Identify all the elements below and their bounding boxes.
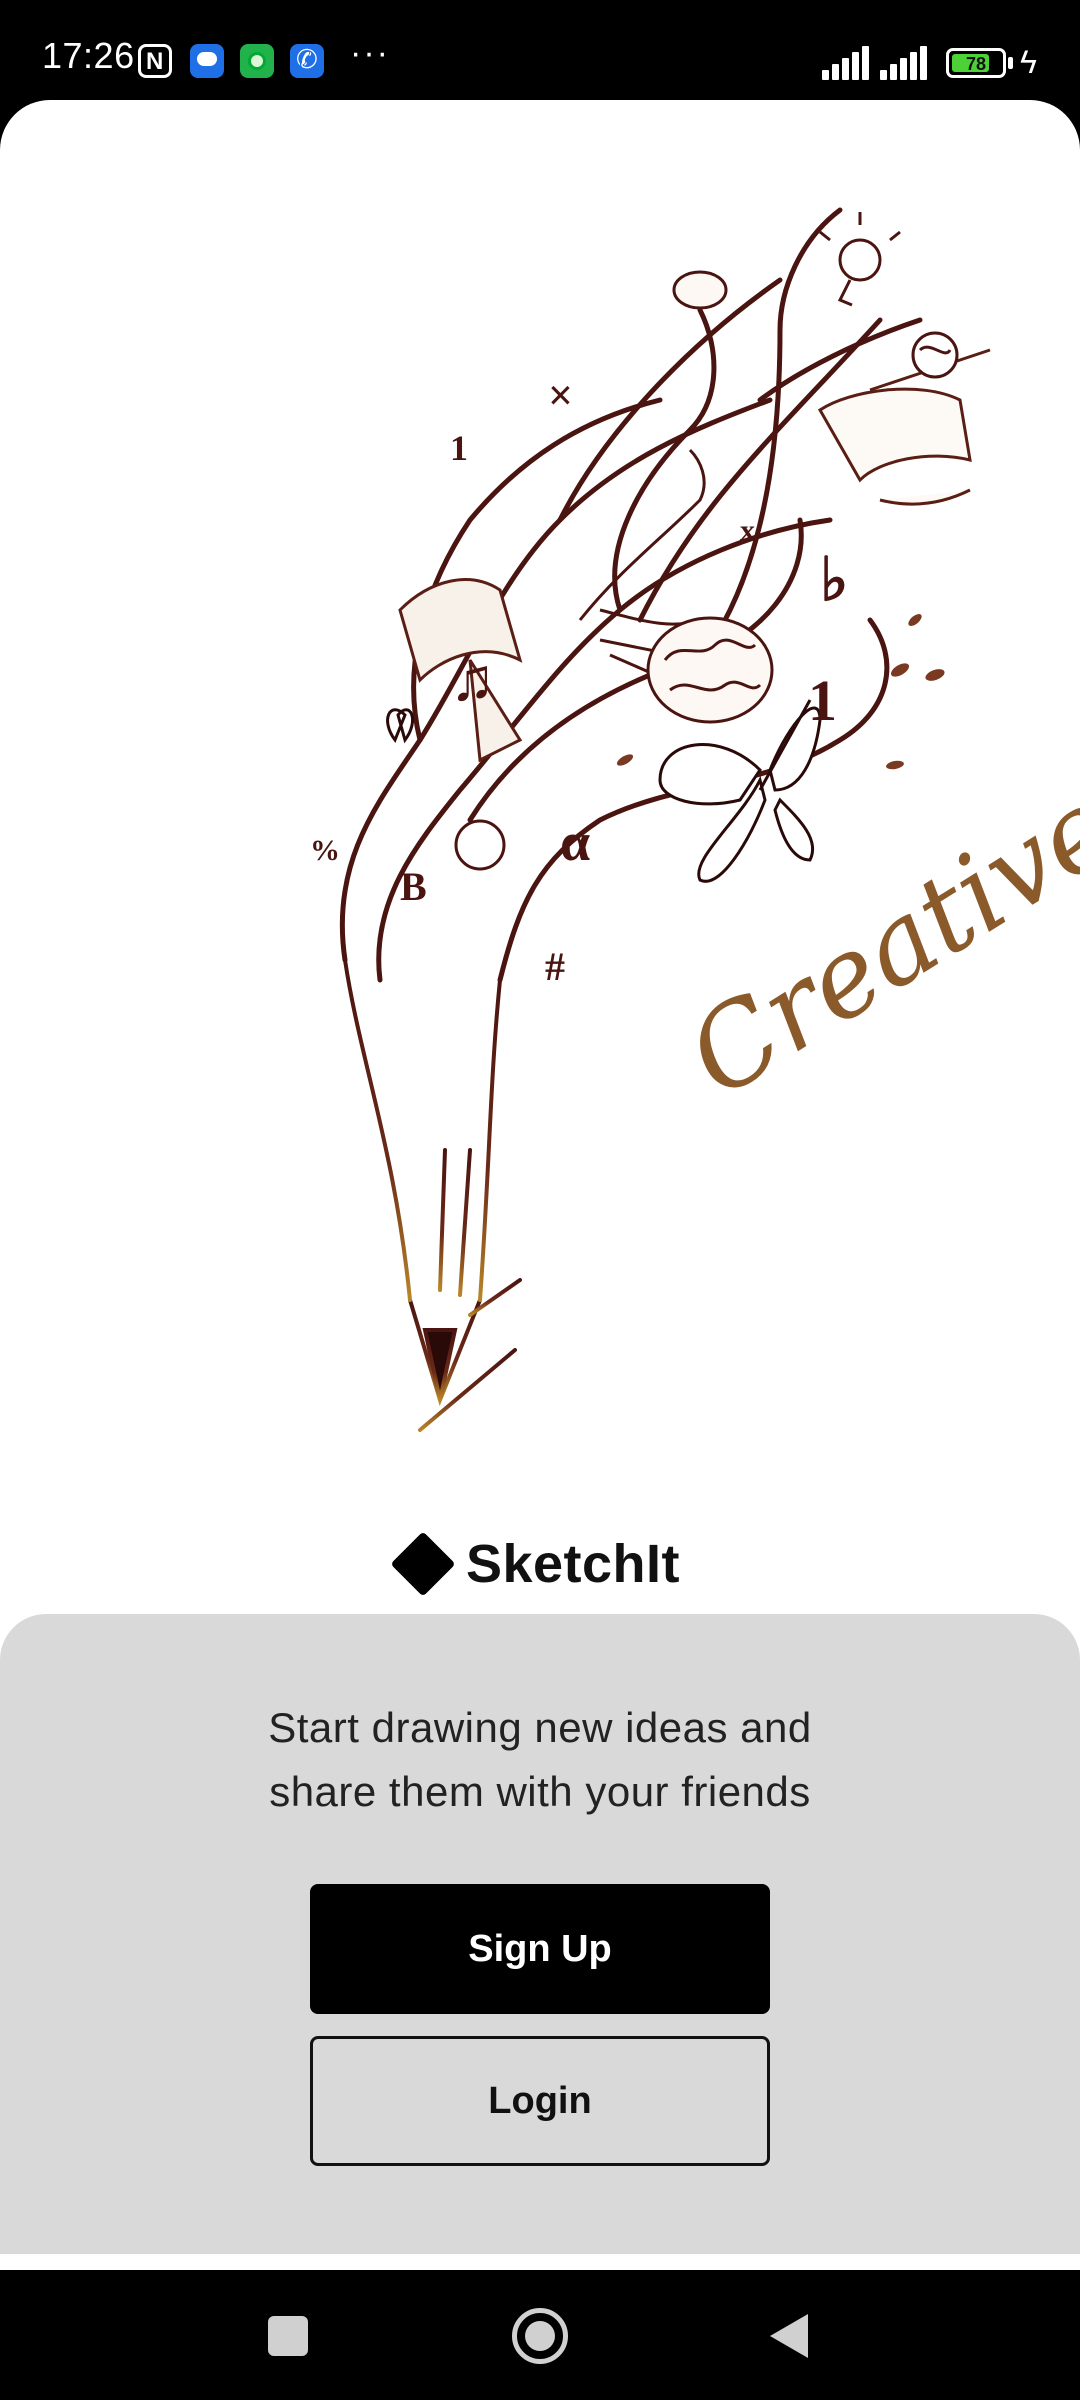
home-icon[interactable]	[512, 2308, 568, 2364]
svg-text:×: ×	[548, 371, 573, 420]
pencil-sketch-illustration: × 1 x 1 ♭ # % ♫ α B Creative Wor	[310, 207, 1080, 1432]
welcome-screen: × 1 x 1 ♭ # % ♫ α B Creative Wor	[0, 100, 1080, 2270]
brand-name: SketchIt	[465, 1534, 681, 1594]
signal-icon	[822, 44, 874, 80]
battery-tip	[1008, 57, 1013, 69]
svg-text:1: 1	[450, 428, 468, 468]
svg-text:α: α	[560, 812, 590, 872]
svg-text:#: #	[545, 944, 565, 989]
status-time: 17:26	[42, 35, 135, 76]
svg-text:1: 1	[808, 668, 837, 733]
svg-text:♫: ♫	[450, 647, 495, 713]
svg-text:%: %	[310, 834, 340, 867]
hero-illustration: × 1 x 1 ♭ # % ♫ α B Creative Wor	[0, 100, 1080, 1480]
sign-up-button[interactable]: Sign Up	[310, 1884, 770, 2014]
svg-text:♭: ♭	[820, 547, 848, 613]
brand-logo: SketchIt	[0, 1524, 1080, 1604]
diamond-logo-icon	[390, 1531, 456, 1597]
status-bar: 17:26 ··· 78 ϟ	[0, 0, 1080, 100]
welcome-tagline: Start drawing new ideas and share them w…	[140, 1696, 940, 1824]
signal-icon-2	[880, 44, 932, 80]
recents-icon[interactable]	[268, 2316, 308, 2356]
cat-app-icon	[240, 44, 274, 78]
svg-text:B: B	[400, 864, 427, 909]
login-button[interactable]: Login	[310, 2036, 770, 2166]
svg-text:x: x	[740, 514, 755, 547]
navigation-bar	[0, 2270, 1080, 2400]
battery-percent: 78	[965, 54, 987, 74]
tagline-line-1: Start drawing new ideas and	[268, 1704, 812, 1751]
phone-icon	[290, 44, 324, 78]
messages-icon	[190, 44, 224, 78]
back-icon[interactable]	[770, 2314, 808, 2358]
charging-icon: ϟ	[1020, 44, 1037, 80]
more-notifications-icon: ···	[350, 34, 390, 72]
tagline-line-2: share them with your friends	[269, 1768, 811, 1815]
nfc-icon	[138, 44, 172, 78]
battery-icon: 78	[946, 48, 1006, 78]
welcome-panel: Start drawing new ideas and share them w…	[0, 1614, 1080, 2254]
